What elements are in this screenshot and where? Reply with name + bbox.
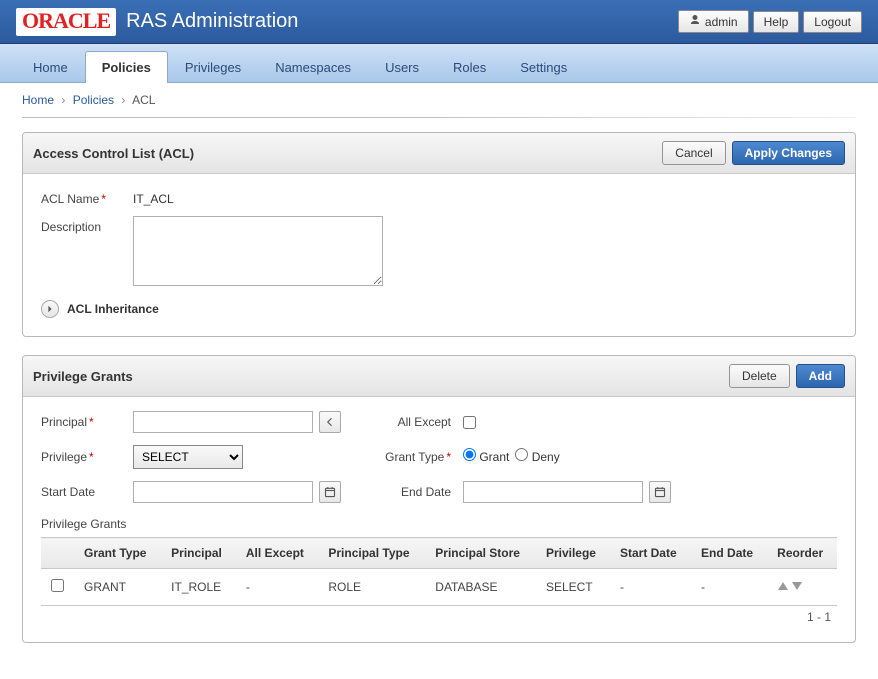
all-except-checkbox[interactable] — [463, 416, 476, 429]
calendar-icon — [324, 486, 336, 498]
principal-label: Principal* — [41, 415, 133, 429]
breadcrumb-policies[interactable]: Policies — [73, 93, 114, 107]
grants-region-title: Privilege Grants — [33, 369, 133, 384]
logout-button[interactable]: Logout — [803, 11, 862, 33]
cell-privilege: SELECT — [536, 569, 610, 606]
col-all-except: All Except — [236, 538, 318, 569]
tab-privileges[interactable]: Privileges — [168, 51, 258, 83]
grant-type-deny-option[interactable]: Deny — [515, 448, 559, 464]
principal-input[interactable] — [133, 411, 313, 433]
arrow-left-icon — [324, 416, 336, 428]
app-header: ORACLE RAS Administration admin Help Log… — [0, 0, 878, 44]
grant-radio[interactable] — [463, 448, 476, 461]
cell-principal-type: ROLE — [318, 569, 425, 606]
tab-roles[interactable]: Roles — [436, 51, 503, 83]
principal-lookup-button[interactable] — [319, 411, 341, 433]
description-label: Description — [41, 216, 133, 234]
row-select-checkbox[interactable] — [51, 579, 64, 592]
cell-principal: IT_ROLE — [161, 569, 236, 606]
acl-region: Access Control List (ACL) Cancel Apply C… — [22, 132, 856, 337]
grant-type-grant-option[interactable]: Grant — [463, 448, 509, 464]
tab-namespaces[interactable]: Namespaces — [258, 51, 368, 83]
all-except-label: All Except — [343, 415, 463, 429]
grants-table-title: Privilege Grants — [41, 517, 837, 531]
acl-inheritance-toggle[interactable]: ACL Inheritance — [41, 300, 837, 318]
chevron-right-icon — [41, 300, 59, 318]
col-end-date: End Date — [691, 538, 767, 569]
brand-logo: ORACLE — [16, 8, 116, 36]
breadcrumb-sep: › — [61, 93, 65, 107]
table-row: GRANT IT_ROLE - ROLE DATABASE SELECT - - — [41, 569, 837, 606]
user-menu-button[interactable]: admin — [678, 10, 749, 33]
reorder-down-icon[interactable] — [791, 581, 803, 591]
acl-region-title: Access Control List (ACL) — [33, 146, 194, 161]
start-date-label: Start Date — [41, 485, 133, 499]
tab-policies[interactable]: Policies — [85, 51, 168, 83]
calendar-icon — [654, 486, 666, 498]
breadcrumb-home[interactable]: Home — [22, 93, 54, 107]
row-range: 1 - 1 — [41, 606, 837, 624]
cancel-button[interactable]: Cancel — [662, 141, 725, 165]
privilege-grants-region: Privilege Grants Delete Add Principal* A… — [22, 355, 856, 643]
add-button[interactable]: Add — [796, 364, 845, 388]
end-date-label: End Date — [343, 485, 463, 499]
grants-table: Grant Type Principal All Except Principa… — [41, 537, 837, 606]
col-select — [41, 538, 74, 569]
col-start-date: Start Date — [610, 538, 691, 569]
cell-end-date: - — [691, 569, 767, 606]
deny-radio[interactable] — [515, 448, 528, 461]
delete-button[interactable]: Delete — [729, 364, 790, 388]
user-label: admin — [705, 15, 738, 29]
reorder-up-icon[interactable] — [777, 581, 789, 591]
cell-start-date: - — [610, 569, 691, 606]
col-grant-type: Grant Type — [74, 538, 161, 569]
tab-settings[interactable]: Settings — [503, 51, 584, 83]
col-reorder: Reorder — [767, 538, 837, 569]
grant-type-label: Grant Type* — [343, 450, 463, 464]
apply-changes-button[interactable]: Apply Changes — [732, 141, 845, 165]
help-button[interactable]: Help — [753, 11, 800, 33]
privilege-label: Privilege* — [41, 450, 133, 464]
start-date-input[interactable] — [133, 481, 313, 503]
breadcrumb: Home › Policies › ACL — [0, 83, 878, 113]
col-privilege: Privilege — [536, 538, 610, 569]
acl-name-value: IT_ACL — [133, 188, 174, 206]
user-icon — [689, 14, 701, 29]
description-textarea[interactable] — [133, 216, 383, 286]
start-date-picker-button[interactable] — [319, 481, 341, 503]
divider — [22, 117, 856, 118]
acl-name-label: ACL Name* — [41, 188, 133, 206]
cell-grant-type: GRANT — [74, 569, 161, 606]
end-date-picker-button[interactable] — [649, 481, 671, 503]
tab-users[interactable]: Users — [368, 51, 436, 83]
col-principal-type: Principal Type — [318, 538, 425, 569]
end-date-input[interactable] — [463, 481, 643, 503]
app-title: RAS Administration — [126, 10, 298, 33]
acl-inheritance-label: ACL Inheritance — [67, 302, 159, 316]
privilege-select[interactable]: SELECT — [133, 445, 243, 469]
breadcrumb-sep: › — [121, 93, 125, 107]
cell-principal-store: DATABASE — [425, 569, 536, 606]
col-principal: Principal — [161, 538, 236, 569]
breadcrumb-current: ACL — [132, 93, 155, 107]
cell-all-except: - — [236, 569, 318, 606]
tab-home[interactable]: Home — [16, 51, 85, 83]
nav-tabs: Home Policies Privileges Namespaces User… — [0, 44, 878, 83]
col-principal-store: Principal Store — [425, 538, 536, 569]
